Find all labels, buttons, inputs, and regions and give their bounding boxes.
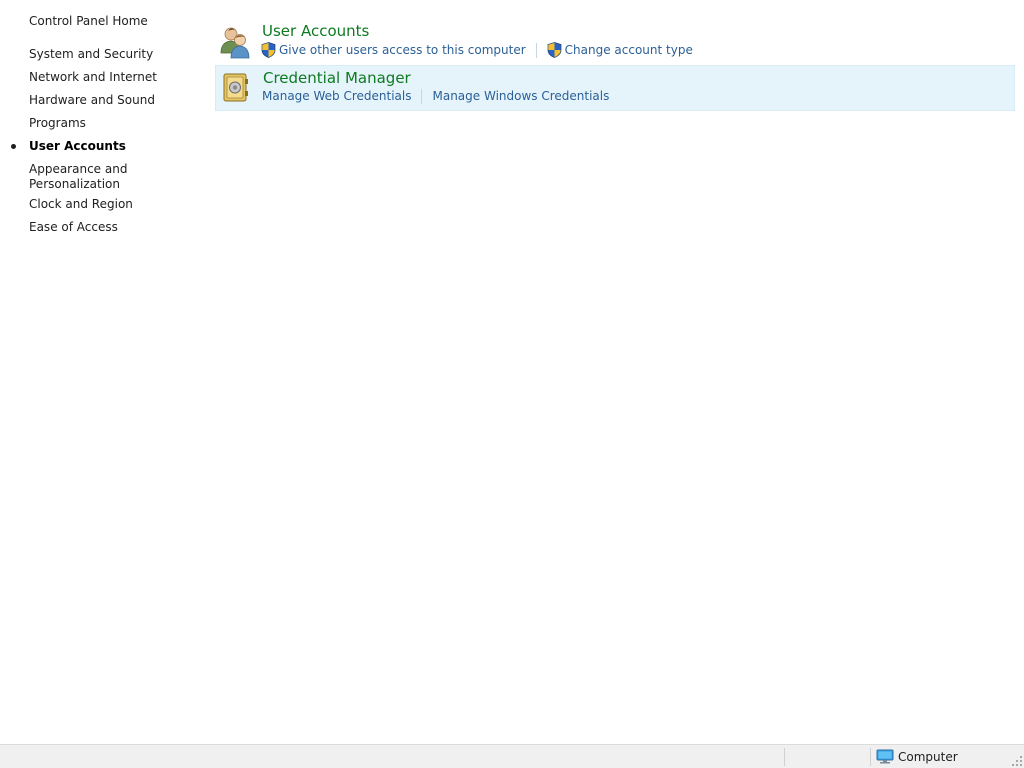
category-credential-manager[interactable]: Credential Manager Manage Web Credential… [215, 65, 1015, 111]
give-other-users-access-link[interactable]: Give other users access to this computer [261, 42, 526, 58]
change-account-type-link[interactable]: Change account type [547, 42, 693, 58]
change-account-type-label: Change account type [564, 43, 693, 57]
nav-item-user-accounts-label: User Accounts [29, 139, 126, 153]
status-location: Computer [876, 749, 958, 764]
category-user-accounts: User Accounts Give other users access to… [215, 18, 1015, 64]
current-location-bullet [11, 144, 16, 149]
manage-web-credentials-link[interactable]: Manage Web Credentials [262, 88, 411, 104]
status-bar: Computer [0, 744, 1024, 768]
uac-shield-icon [261, 42, 276, 58]
link-separator [535, 42, 537, 58]
give-other-users-access-label: Give other users access to this computer [279, 43, 526, 57]
status-divider [870, 748, 871, 766]
nav-item-ease-of-access[interactable]: Ease of Access [29, 220, 179, 235]
nav-item-hardware-and-sound[interactable]: Hardware and Sound [29, 93, 179, 108]
nav-item-programs[interactable]: Programs [29, 116, 179, 131]
users-icon[interactable] [218, 25, 252, 59]
resize-grip-icon[interactable] [1012, 756, 1022, 766]
credential-manager-task-links: Manage Web Credentials Manage Windows Cr… [262, 87, 609, 105]
user-accounts-task-links: Give other users access to this computer… [261, 41, 693, 59]
nav-item-appearance-and-personalization[interactable]: Appearance and Personalization [29, 162, 179, 192]
nav-item-network-and-internet[interactable]: Network and Internet [29, 70, 179, 85]
user-accounts-title-link[interactable]: User Accounts [262, 21, 369, 41]
status-divider [784, 748, 785, 766]
status-location-label: Computer [898, 749, 958, 764]
computer-monitor-icon [876, 749, 894, 764]
credential-manager-title-link[interactable]: Credential Manager [263, 68, 411, 88]
nav-item-user-accounts[interactable]: User Accounts [11, 139, 179, 154]
manage-windows-credentials-link[interactable]: Manage Windows Credentials [432, 88, 609, 104]
credential-vault-icon[interactable] [219, 71, 253, 105]
link-separator [421, 88, 423, 104]
control-panel-home-link[interactable]: Control Panel Home [29, 14, 179, 29]
nav-item-system-and-security[interactable]: System and Security [29, 47, 179, 62]
uac-shield-icon [547, 42, 562, 58]
nav-item-clock-and-region[interactable]: Clock and Region [29, 197, 179, 212]
